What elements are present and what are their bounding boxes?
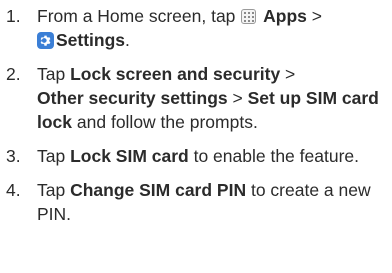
settings-label: Settings [56, 30, 126, 50]
step-text: Tap [37, 180, 71, 200]
lock-sim-card-label: Lock SIM card [70, 146, 189, 166]
step-number: 4. [6, 180, 21, 200]
lock-screen-security-label: Lock screen and security [70, 64, 281, 84]
settings-gear-icon [37, 32, 54, 49]
step-text-end: to enable the feature. [188, 146, 360, 166]
step-text: From a Home screen, tap [37, 6, 241, 26]
change-sim-pin-label: Change SIM card PIN [70, 180, 247, 200]
step-number: 1. [6, 6, 21, 26]
step-2: 2. Tap Lock screen and security > Other … [6, 62, 388, 134]
step-number: 3. [6, 146, 21, 166]
step-text-end: and follow the prompts. [72, 112, 258, 132]
separator: > [306, 6, 322, 26]
step-text: Tap [37, 64, 71, 84]
apps-label: Apps [263, 6, 307, 26]
step-number: 2. [6, 64, 21, 84]
separator: > [227, 88, 248, 108]
step-period: . [125, 30, 130, 50]
other-security-settings-label: Other security settings [37, 88, 228, 108]
step-3: 3. Tap Lock SIM card to enable the featu… [6, 144, 388, 168]
step-1: 1. From a Home screen, tap Apps > Settin… [6, 4, 388, 52]
step-text: Tap [37, 146, 71, 166]
separator: > [280, 64, 296, 84]
instruction-steps: 1. From a Home screen, tap Apps > Settin… [6, 4, 388, 236]
step-4: 4. Tap Change SIM card PIN to create a n… [6, 178, 388, 226]
apps-grid-icon [241, 9, 257, 24]
